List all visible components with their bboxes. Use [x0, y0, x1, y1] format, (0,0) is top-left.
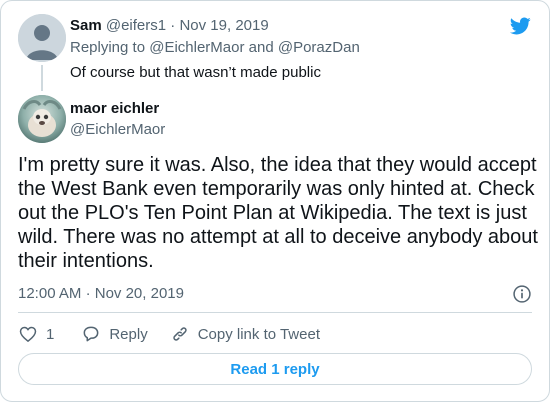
main-author-name[interactable]: maor eichler	[70, 99, 159, 119]
replying-to-user-1[interactable]: @EichlerMaor	[149, 39, 244, 56]
heart-icon	[19, 326, 37, 342]
embedded-tweet-card: Sam @eifers1 · Nov 19, 2019 Replying to …	[0, 0, 550, 402]
main-author-handle[interactable]: @EichlerMaor	[70, 120, 165, 140]
like-count: 1	[46, 325, 55, 343]
reply-label: Reply	[109, 325, 148, 343]
replying-to-and: and	[248, 39, 274, 56]
tweet-timestamp[interactable]: 12:00 AM · Nov 20, 2019	[18, 284, 184, 304]
parent-author-name[interactable]: Sam	[70, 17, 102, 34]
parent-separator: ·	[170, 17, 176, 34]
link-icon	[172, 327, 187, 341]
actions-divider	[18, 312, 532, 313]
read-replies-button[interactable]: Read 1 reply	[18, 353, 532, 385]
twitter-bird-icon[interactable]	[508, 15, 532, 37]
default-profile-icon	[18, 14, 66, 62]
like-button[interactable]: 1	[18, 324, 54, 344]
replying-to-line: Replying to @EichlerMaor and @PorazDan	[70, 38, 360, 58]
tweet-actions: 1 Reply Copy link to Tweet	[18, 324, 320, 344]
reply-button[interactable]: Reply	[81, 324, 148, 344]
parent-author-handle[interactable]: @eifers1	[106, 17, 166, 34]
main-tweet-text: I'm pretty sure it was. Also, the idea t…	[18, 154, 538, 272]
parent-avatar[interactable]	[18, 14, 66, 62]
thread-line	[41, 65, 43, 91]
tweet-date: Nov 20, 2019	[94, 285, 184, 302]
parent-header: Sam @eifers1 · Nov 19, 2019	[70, 16, 269, 36]
timestamp-separator: ·	[85, 285, 91, 302]
copy-link-label: Copy link to Tweet	[197, 325, 320, 343]
main-author-avatar[interactable]	[18, 95, 66, 143]
avatar-photo	[18, 95, 66, 143]
replying-to-prefix: Replying to	[70, 39, 146, 56]
parent-date[interactable]: Nov 19, 2019	[179, 17, 268, 34]
info-icon[interactable]	[512, 284, 532, 304]
replying-to-user-2[interactable]: @PorazDan	[278, 39, 360, 56]
copy-link-button[interactable]: Copy link to Tweet	[170, 324, 320, 344]
speech-bubble-icon	[83, 326, 99, 342]
tweet-time: 12:00 AM	[18, 285, 82, 302]
parent-tweet-text: Of course but that wasn’t made public	[70, 64, 321, 81]
